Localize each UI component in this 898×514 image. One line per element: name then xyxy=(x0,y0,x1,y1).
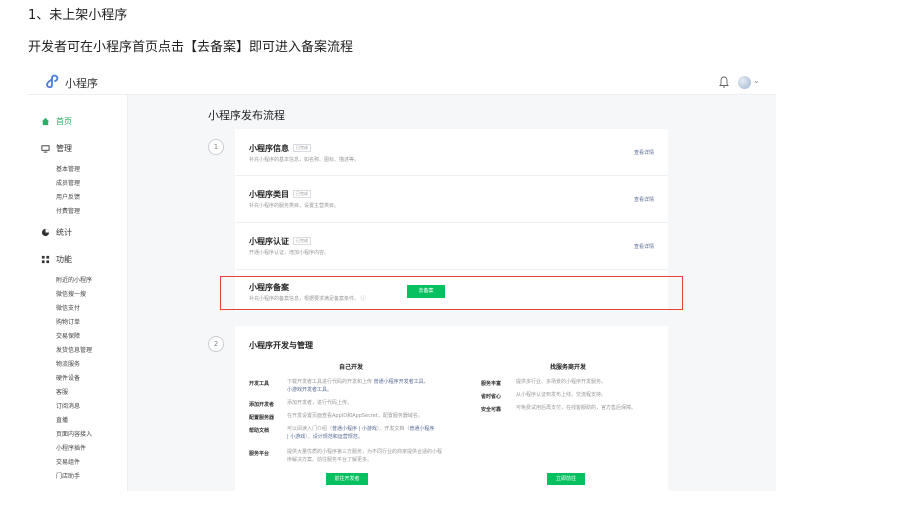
dev-management-card: 小程序开发与管理 自己开发 找服务商开发 开发工具 下载开发者工具进行代码的开发… xyxy=(235,326,668,491)
kv-key: 帮助文档 xyxy=(249,428,270,434)
kv-value: 在开发设置页面查看AppID和AppSecret，配置服务器域名。 xyxy=(287,413,423,419)
sidebar-item[interactable]: 硬件设备 xyxy=(56,373,80,382)
step-row-certification: 小程序认证 已完成 开通小程序认证，增加小程序内容。 查看详情 xyxy=(235,223,668,268)
kv-value: 从小程序认证到发布上线，交流程支持。 xyxy=(516,392,607,398)
sidebar-item-members[interactable]: 成员管理 xyxy=(56,178,80,187)
kv-key: 服务丰富 xyxy=(481,381,502,387)
grid-icon xyxy=(41,255,50,264)
home-icon xyxy=(41,117,50,126)
top-bar: 小程序 ⌄ xyxy=(27,71,776,95)
kv-key: 配置服务器 xyxy=(249,415,275,421)
bell-icon[interactable] xyxy=(718,75,730,89)
sidebar-item-basic[interactable]: 基本管理 xyxy=(56,164,80,173)
kv-value: 提供多行业、多场景的小程序开发服务。 xyxy=(516,379,607,385)
docs-link[interactable]: 普通小程序 xyxy=(409,426,434,432)
sidebar-item[interactable]: 物流服务 xyxy=(56,359,80,368)
step-number: 2 xyxy=(208,336,224,352)
step-number: 1 xyxy=(208,139,224,155)
sidebar-item-payment[interactable]: 付费管理 xyxy=(56,206,80,215)
sidebar-section-manage[interactable]: 管理 xyxy=(41,143,72,154)
kv-key: 添加开发者 xyxy=(249,402,275,408)
kv-value: 可以阅读入门介绍（普通小程序 | 小游戏）、开发文档（普通小程序 | 小游戏）、设… xyxy=(287,426,435,440)
sidebar-item[interactable]: 小程序插件 xyxy=(56,443,86,452)
sidebar-item[interactable]: 页面内容接入 xyxy=(56,429,92,438)
status-badge: 已完成 xyxy=(293,237,311,245)
step-row-info: 小程序信息 已完成 补充小程序的基本信息，如名称、图标、描述等。 查看详情 xyxy=(235,129,668,174)
sidebar: 首页 管理 基本管理 成员管理 用户反馈 付费管理 统计 功能 附近的小程序 微… xyxy=(27,95,128,491)
kv-key: 安全可靠 xyxy=(481,407,502,413)
kv-value: 添加开发者，进行代码上传。 xyxy=(287,400,353,406)
design-spec-link[interactable]: 设计规范和运营规范。 xyxy=(313,434,363,440)
sidebar-label: 首页 xyxy=(56,117,72,126)
pie-chart-icon xyxy=(41,228,50,237)
sidebar-item[interactable]: 附近的小程序 xyxy=(56,275,92,284)
kv-key: 省时省心 xyxy=(481,394,502,400)
sidebar-item[interactable]: 微信搜一搜 xyxy=(56,289,86,298)
row-desc: 开通小程序认证，增加小程序内容。 xyxy=(249,250,330,256)
status-badge: 已完成 xyxy=(293,144,311,152)
sidebar-item[interactable]: 门店助手 xyxy=(56,471,80,480)
chevron-down-icon[interactable]: ⌄ xyxy=(753,76,760,85)
sidebar-item[interactable]: 交易组件 xyxy=(56,457,80,466)
row-desc: 补充小程序的服务类目，设置主营类目。 xyxy=(249,203,340,209)
miniprogram-logo-icon xyxy=(46,74,59,89)
kv-value: 提供大量优质的小程序第三方服务，为不同行业的商家提供合适的小程 序解决方案。前往服… xyxy=(287,449,443,463)
sidebar-item[interactable]: 直播 xyxy=(56,415,68,424)
game-devtools-link[interactable]: 小游戏开发者工具。 xyxy=(287,387,332,393)
go-now-button[interactable]: 立即前往 xyxy=(547,473,585,485)
app-title: 小程序 xyxy=(65,77,98,90)
sidebar-label: 管理 xyxy=(56,144,72,153)
sidebar-section-features[interactable]: 功能 xyxy=(41,254,72,265)
intro-link[interactable]: 普通小程序 | 小游戏 xyxy=(332,426,377,432)
sidebar-section-stats[interactable]: 统计 xyxy=(41,227,72,238)
sidebar-item-home[interactable]: 首页 xyxy=(41,116,72,127)
section-title: 小程序开发与管理 xyxy=(249,341,313,350)
view-details-link[interactable]: 查看详情 xyxy=(634,149,654,156)
sidebar-item-feedback[interactable]: 用户反馈 xyxy=(56,192,80,201)
sidebar-item[interactable]: 订阅消息 xyxy=(56,401,80,410)
view-details-link[interactable]: 查看详情 xyxy=(634,243,654,250)
sidebar-item[interactable]: 微信支付 xyxy=(56,303,80,312)
view-details-link[interactable]: 查看详情 xyxy=(634,196,654,203)
kv-value: 下载开发者工具进行代码的开发和上传 普通小程序开发者工具、 小游戏开发者工具。 xyxy=(287,379,429,393)
step-row-category: 小程序类目 已完成 补充小程序的服务类目，设置主营类目。 查看详情 xyxy=(235,176,668,221)
row-title: 小程序类目 xyxy=(249,190,289,199)
row-title: 小程序信息 xyxy=(249,144,289,153)
sidebar-item[interactable]: 购物订单 xyxy=(56,317,80,326)
sidebar-item[interactable]: 客服 xyxy=(56,387,68,396)
row-desc: 补充小程序的基本信息，如名称、图标、描述等。 xyxy=(249,157,360,163)
game-docs-link[interactable]: | 小游戏 xyxy=(287,434,305,440)
sidebar-label: 统计 xyxy=(56,228,72,237)
devtools-link[interactable]: 普通小程序开发者工具、 xyxy=(374,379,429,385)
sidebar-item[interactable]: 发货信息管理 xyxy=(56,345,92,354)
avatar[interactable] xyxy=(738,76,751,89)
doc-instruction: 开发者可在小程序首页点击【去备案】即可进入备案流程 xyxy=(28,40,354,55)
page-title: 小程序发布流程 xyxy=(208,109,285,122)
kv-value: 可免费试用后再支付，在线客服助的，官方售后保障。 xyxy=(516,405,637,411)
sidebar-item[interactable]: 交易保障 xyxy=(56,331,80,340)
kv-key: 服务平台 xyxy=(249,451,270,457)
go-developer-button[interactable]: 前往开发者 xyxy=(326,473,368,485)
doc-heading: 1、未上架小程序 xyxy=(28,8,128,23)
row-title: 小程序认证 xyxy=(249,237,289,246)
kv-key: 开发工具 xyxy=(249,381,270,387)
column-heading-self: 自己开发 xyxy=(339,364,364,371)
monitor-icon xyxy=(41,145,50,153)
highlight-box xyxy=(220,276,683,310)
sidebar-label: 功能 xyxy=(56,255,72,264)
status-badge: 已完成 xyxy=(293,190,311,198)
column-heading-vendor: 找服务商开发 xyxy=(550,364,587,371)
